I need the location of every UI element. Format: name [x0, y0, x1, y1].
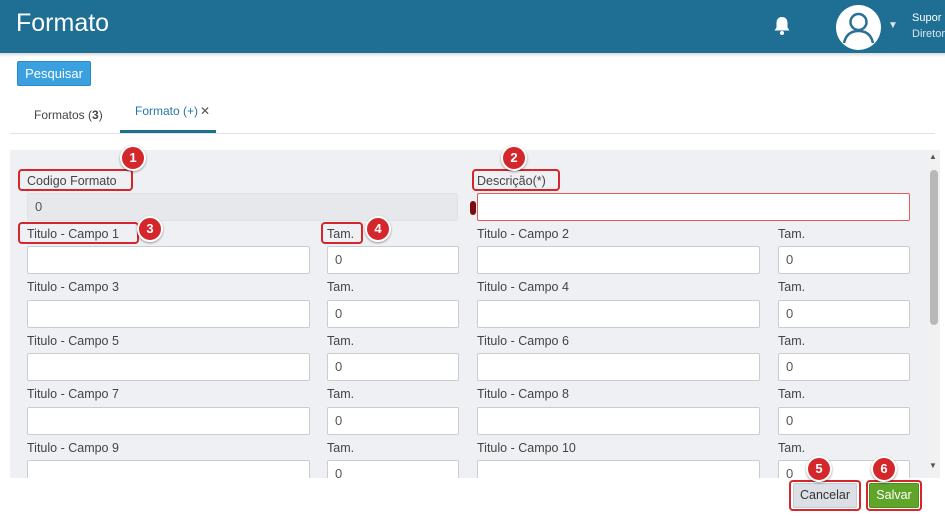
- annotation-badge-6: 6: [871, 456, 897, 482]
- tam-5-label: Tam.: [327, 334, 355, 348]
- tam-5-field[interactable]: 0: [327, 353, 459, 381]
- tam-3-label: Tam.: [327, 280, 355, 294]
- search-button[interactable]: Pesquisar: [17, 61, 91, 86]
- required-marker: [470, 201, 476, 215]
- titulo-campo-3-field[interactable]: [27, 300, 310, 328]
- annotation-badge-2: 2: [501, 145, 527, 171]
- tab-formato-new[interactable]: Formato (+) ✕: [135, 104, 210, 118]
- titulo-campo-9-field[interactable]: [27, 460, 310, 478]
- titulo-campo-4-label: Titulo - Campo 4: [477, 280, 569, 294]
- tab-formatos[interactable]: Formatos (3): [34, 108, 103, 122]
- tam-2-field[interactable]: 0: [778, 246, 910, 274]
- titulo-campo-7-label: Titulo - Campo 7: [27, 387, 119, 401]
- codigo-label: Codigo Formato: [27, 174, 117, 188]
- titulo-campo-5-field[interactable]: [27, 353, 310, 381]
- user-name: Supor: [912, 12, 942, 24]
- annotation-badge-3: 3: [137, 216, 163, 242]
- scroll-down-icon[interactable]: ▼: [929, 461, 937, 470]
- titulo-campo-1-field[interactable]: [27, 246, 310, 274]
- save-button[interactable]: Salvar: [869, 483, 919, 508]
- tab-count: 3: [92, 108, 99, 122]
- descricao-field[interactable]: [477, 193, 910, 221]
- user-role: Diretor: [912, 28, 945, 40]
- bell-icon[interactable]: [773, 16, 791, 36]
- annotation-badge-1: 1: [120, 145, 146, 171]
- titulo-campo-1-label: Titulo - Campo 1: [27, 227, 119, 241]
- form-panel: Codigo Formato 0 Descrição(*) Titulo - C…: [10, 150, 928, 478]
- titulo-campo-7-field[interactable]: [27, 407, 310, 435]
- tam-1-label: Tam.: [327, 227, 355, 241]
- annotation-badge-4: 4: [365, 216, 391, 242]
- tam-6-field[interactable]: 0: [778, 353, 910, 381]
- titulo-campo-5-label: Titulo - Campo 5: [27, 334, 119, 348]
- tam-8-field[interactable]: 0: [778, 407, 910, 435]
- close-icon[interactable]: ✕: [200, 104, 210, 118]
- titulo-campo-10-label: Titulo - Campo 10: [477, 441, 576, 455]
- tam-6-label: Tam.: [778, 334, 806, 348]
- titulo-campo-2-field[interactable]: [477, 246, 760, 274]
- titulo-campo-9-label: Titulo - Campo 9: [27, 441, 119, 455]
- tam-8-label: Tam.: [778, 387, 806, 401]
- tam-7-label: Tam.: [327, 387, 355, 401]
- descricao-label: Descrição(*): [477, 174, 546, 188]
- tab-divider: [10, 133, 935, 134]
- tam-4-label: Tam.: [778, 280, 806, 294]
- chevron-down-icon[interactable]: ▼: [888, 20, 898, 31]
- tam-4-field[interactable]: 0: [778, 300, 910, 328]
- page-title: Formato: [16, 9, 110, 37]
- tam-9-label: Tam.: [327, 441, 355, 455]
- tam-1-field[interactable]: 0: [327, 246, 459, 274]
- codigo-field: 0: [27, 193, 458, 221]
- header-shadow: [0, 53, 945, 57]
- tam-10-label: Tam.: [778, 441, 806, 455]
- scroll-up-icon[interactable]: ▲: [929, 152, 937, 161]
- tam-3-field[interactable]: 0: [327, 300, 459, 328]
- tam-9-field[interactable]: 0: [327, 460, 459, 478]
- titulo-campo-8-label: Titulo - Campo 8: [477, 387, 569, 401]
- titulo-campo-8-field[interactable]: [477, 407, 760, 435]
- avatar[interactable]: [836, 5, 881, 50]
- scrollbar-thumb[interactable]: [930, 170, 938, 325]
- titulo-campo-6-label: Titulo - Campo 6: [477, 334, 569, 348]
- titulo-campo-4-field[interactable]: [477, 300, 760, 328]
- cancel-button[interactable]: Cancelar: [793, 483, 857, 508]
- top-bar: Formato ▼ Supor Diretor: [0, 0, 945, 53]
- titulo-campo-10-field[interactable]: [477, 460, 760, 478]
- titulo-campo-3-label: Titulo - Campo 3: [27, 280, 119, 294]
- tam-2-label: Tam.: [778, 227, 806, 241]
- titulo-campo-2-label: Titulo - Campo 2: [477, 227, 569, 241]
- annotation-badge-5: 5: [806, 456, 832, 482]
- tam-7-field[interactable]: 0: [327, 407, 459, 435]
- user-icon: [842, 12, 875, 44]
- titulo-campo-6-field[interactable]: [477, 353, 760, 381]
